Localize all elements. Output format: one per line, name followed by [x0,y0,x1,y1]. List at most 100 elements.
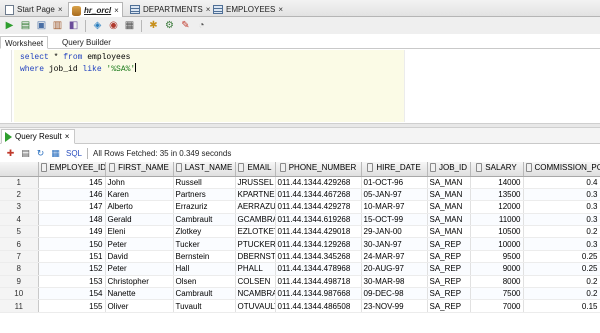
table-cell[interactable]: Peter [105,262,174,276]
table-row[interactable]: 1 145 John Russell JRUSSEL 011.44.1344.429268… [0,176,600,189]
tab-query-result[interactable]: Query Result × [1,129,76,144]
table-cell[interactable]: Tuvault [173,299,236,313]
close-icon[interactable]: × [278,5,283,14]
table-cell[interactable]: 0.3 [523,188,600,202]
table-cell[interactable]: 154 [38,287,106,301]
eraser-icon[interactable]: ✎ [178,19,193,33]
refresh-icon[interactable]: ↻ [34,147,47,160]
table-cell[interactable]: EZLOTKEY [235,225,276,239]
table-cell[interactable]: 9000 [470,262,524,276]
tab-query-builder[interactable]: Query Builder [58,36,115,49]
table-cell[interactable]: 011.44.1344.429278 [275,200,362,214]
table-cell[interactable]: 0.2 [523,287,600,301]
close-icon[interactable]: × [114,6,119,15]
row-number[interactable]: 3 [0,200,39,214]
table-cell[interactable]: Karen [105,188,174,202]
table-cell[interactable]: 011.44.1344.619268 [275,213,362,227]
table-cell[interactable]: KPARTNER [235,188,276,202]
table-cell[interactable]: OTUVAULT [235,299,276,313]
table-cell[interactable]: 155 [38,299,106,313]
table-cell[interactable]: 09-DEC-98 [361,287,428,301]
table-cell[interactable]: 149 [38,225,106,239]
table-cell[interactable]: AERRAZUR [235,200,276,214]
row-number[interactable]: 11 [0,299,39,313]
sql-link[interactable]: SQL [66,149,82,158]
commit-icon[interactable]: ▣ [34,19,49,33]
table-cell[interactable]: Peter [105,237,174,251]
print-icon[interactable]: ▤ [19,147,32,160]
table-cell[interactable]: 0.15 [523,299,600,313]
tab-departments[interactable]: DEPARTMENTS × [127,2,213,17]
sort-handle-icon[interactable] [279,163,286,173]
table-cell[interactable]: 0.3 [523,200,600,214]
table-cell[interactable]: 0.25 [523,262,600,276]
table-cell[interactable]: Partners [173,188,236,202]
table-cell[interactable]: 7000 [470,299,524,313]
tab-hr-orcl[interactable]: hr_orcl × [68,2,123,18]
table-cell[interactable]: 15-OCT-99 [361,213,428,227]
row-number[interactable]: 9 [0,275,39,289]
close-icon[interactable]: × [58,5,63,14]
table-cell[interactable]: 0.2 [523,225,600,239]
table-cell[interactable]: 147 [38,200,106,214]
column-header[interactable]: HIRE_DATE [361,162,428,177]
table-row[interactable]: 3147AlbertoErrazurizAERRAZUR011.44.1344.… [0,200,600,214]
table-row[interactable]: 10154NanetteCambraultNCAMBRAU011.44.1344… [0,287,600,301]
history-icon[interactable]: ✱ [146,19,161,33]
row-number[interactable]: 5 [0,225,39,239]
sort-handle-icon[interactable] [40,163,47,173]
row-number[interactable]: 1 [0,176,39,189]
table-cell[interactable]: Nanette [105,287,174,301]
table-cell[interactable]: SA_MAN [427,188,471,202]
sort-handle-icon[interactable] [525,163,532,173]
table-cell[interactable]: 146 [38,188,106,202]
rollback-icon[interactable]: ▥ [50,19,65,33]
table-cell[interactable]: 7500 [470,287,524,301]
table-row[interactable]: 9 153 Christopher Olsen COLSEN 011.44.1344.49… [0,275,600,289]
table-row[interactable]: 4148GeraldCambraultGCAMBRAU011.44.1344.6… [0,213,600,227]
table-cell[interactable]: 152 [38,262,106,276]
sort-handle-icon[interactable] [367,163,374,173]
column-header[interactable]: EMAIL [235,162,276,177]
table-cell[interactable]: 011.44.1344.987668 [275,287,362,301]
run-script-icon[interactable]: ▤ [18,19,33,33]
table-cell[interactable]: SA_MAN [427,176,471,189]
table-cell[interactable]: 145 [38,176,106,189]
table-cell[interactable]: 29-JAN-00 [361,225,428,239]
sort-handle-icon[interactable] [175,163,182,173]
table-cell[interactable]: 0.4 [523,176,600,189]
format-icon[interactable]: ⚙ [162,19,177,33]
table-cell[interactable]: 01-OCT-96 [361,176,428,189]
table-cell[interactable]: 153 [38,275,106,289]
table-cell[interactable]: SA_REP [427,299,471,313]
table-row[interactable]: 5149EleniZlotkeyEZLOTKEY011.44.1344.4290… [0,225,600,239]
table-row[interactable]: 8 152 Peter Hall PHALL 011.44.1344.478968 20-A… [0,262,600,276]
column-header[interactable]: EMPLOYEE_ID [38,162,106,177]
table-cell[interactable]: SA_MAN [427,213,471,227]
sort-handle-icon[interactable] [109,163,116,173]
table-cell[interactable]: 9500 [470,250,524,264]
table-cell[interactable]: Bernstein [173,250,236,264]
table-cell[interactable]: JRUSSEL [235,176,276,189]
table-cell[interactable]: Cambrault [173,213,236,227]
table-row[interactable]: 7151DavidBernsteinDBERNSTE011.44.1344.34… [0,250,600,264]
run-statement-icon[interactable]: ▶ [2,19,17,33]
sort-handle-icon[interactable] [429,163,436,173]
row-number[interactable]: 4 [0,213,39,227]
table-cell[interactable]: David [105,250,174,264]
sql-editor[interactable]: select * from employees where job_id lik… [0,50,600,122]
table-cell[interactable]: 011.44.1344.429018 [275,225,362,239]
results-grid[interactable]: EMPLOYEE_ID FIRST_NAME LAST_NAME EMAIL P… [0,162,600,333]
table-cell[interactable]: 0.25 [523,250,600,264]
row-number[interactable]: 6 [0,237,39,251]
table-cell[interactable]: DBERNSTE [235,250,276,264]
table-cell[interactable]: 24-MAR-97 [361,250,428,264]
table-cell[interactable]: 011.44.1344.467268 [275,188,362,202]
autotrace-icon[interactable]: ◈ [90,19,105,33]
table-cell[interactable]: 10500 [470,225,524,239]
table-cell[interactable]: 30-MAR-98 [361,275,428,289]
table-row[interactable]: 11 155 Oliver Tuvault OTUVAULT 011.44.1344.48… [0,299,600,313]
table-row[interactable]: 2146KarenPartnersKPARTNER011.44.1344.467… [0,188,600,202]
pin-icon[interactable]: ✚ [4,147,17,160]
table-cell[interactable]: 148 [38,213,106,227]
